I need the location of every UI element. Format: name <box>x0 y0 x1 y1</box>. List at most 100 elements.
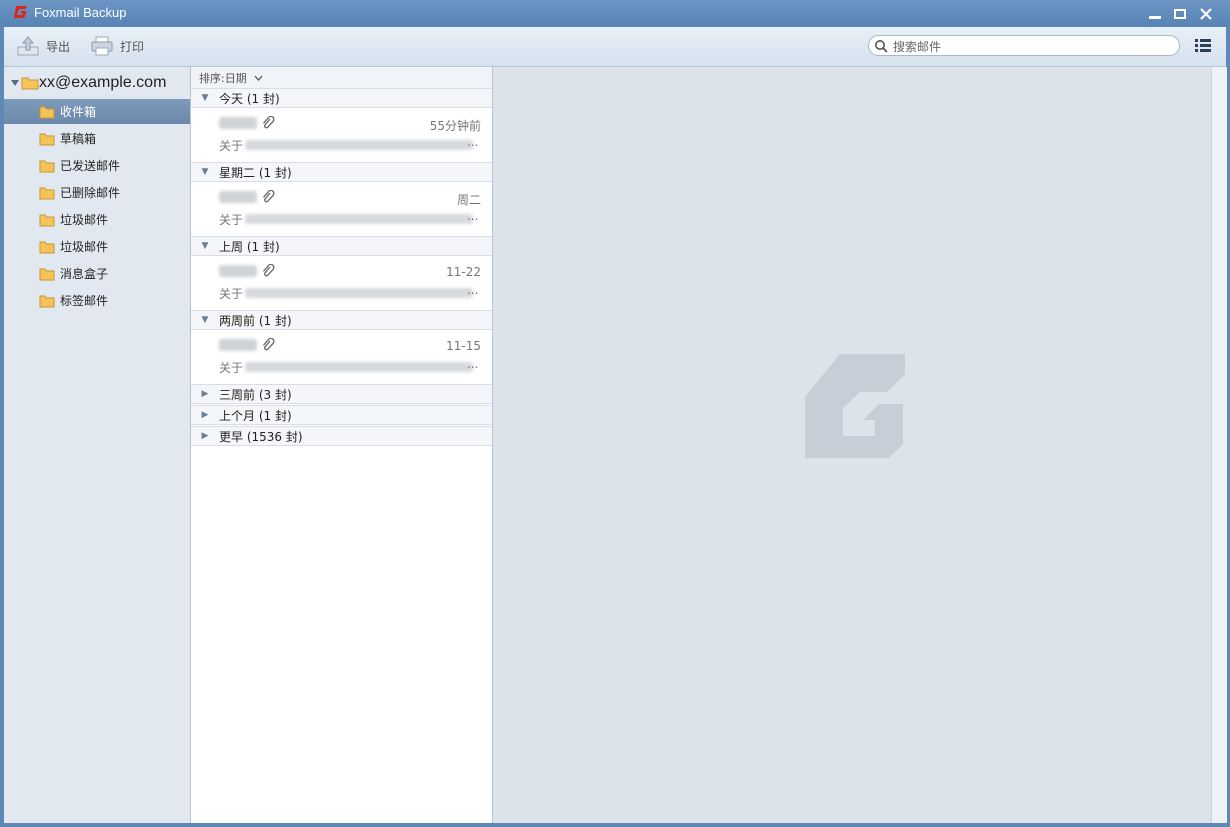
print-button[interactable]: 打印 <box>90 35 144 57</box>
maximize-icon[interactable] <box>1170 5 1190 23</box>
collapsed-triangle-icon: ▶ <box>201 431 209 441</box>
folder-message-box[interactable]: 消息盒子 <box>4 261 190 286</box>
folder-sent[interactable]: 已发送邮件 <box>4 153 190 178</box>
group-header[interactable]: ▼ 上周 (1 封) <box>191 236 492 256</box>
sender-name-blurred <box>219 265 257 277</box>
message-date: 55分钟前 <box>429 119 481 133</box>
attachment-icon <box>263 116 275 129</box>
sender-name-blurred <box>219 191 257 203</box>
search-box[interactable] <box>868 35 1180 56</box>
sort-label: 排序:日期 <box>199 72 247 85</box>
print-label: 打印 <box>120 39 145 54</box>
subject-prefix: 关于 <box>219 139 244 153</box>
print-icon <box>91 36 113 56</box>
export-label: 导出 <box>46 39 71 54</box>
collapsed-triangle-icon: ▶ <box>201 389 209 399</box>
toolbar: 导出 打印 <box>4 27 1226 67</box>
expanded-triangle-icon: ▼ <box>201 167 209 177</box>
group-label: 上周 (1 封) <box>219 239 280 254</box>
group-header[interactable]: ▶ 三周前 (3 封) <box>191 384 492 404</box>
group-label: 上个月 (1 封) <box>219 408 292 423</box>
folder-icon <box>21 77 39 90</box>
collapsed-triangle-icon: ▶ <box>201 410 209 420</box>
folder-label: 垃圾邮件 <box>60 213 109 227</box>
folder-icon <box>39 214 55 226</box>
folder-label: 草稿箱 <box>60 132 97 146</box>
list-item[interactable]: 周二 关于 ... <box>191 183 492 236</box>
sort-dropdown[interactable]: 排序:日期 <box>199 70 263 86</box>
subject-blurred <box>245 214 473 224</box>
account-label: xx@example.com <box>39 74 167 91</box>
attachment-icon <box>263 190 275 203</box>
folder-icon <box>39 187 55 199</box>
title-bar[interactable]: Foxmail Backup <box>0 0 1230 27</box>
folder-label: 垃圾邮件 <box>60 240 109 254</box>
folder-junk[interactable]: 垃圾邮件 <box>4 207 190 232</box>
attachment-icon <box>263 264 275 277</box>
export-button[interactable]: 导出 <box>16 35 70 57</box>
group-label: 三周前 (3 封) <box>219 387 292 402</box>
folder-icon <box>39 295 55 307</box>
folder-label: 消息盒子 <box>60 267 109 281</box>
search-icon[interactable] <box>874 39 888 53</box>
subject-prefix: 关于 <box>219 213 244 227</box>
folder-tagged[interactable]: 标签邮件 <box>4 288 190 313</box>
message-date: 11-22 <box>446 265 481 279</box>
message-date: 周二 <box>456 193 481 207</box>
folder-label: 已删除邮件 <box>60 186 121 200</box>
group-header[interactable]: ▼ 两周前 (1 封) <box>191 310 492 330</box>
folder-deleted[interactable]: 已删除邮件 <box>4 180 190 205</box>
expanded-triangle-icon: ▼ <box>201 315 209 325</box>
subject-prefix: 关于 <box>219 361 244 375</box>
list-item[interactable]: 55分钟前 关于 ... <box>191 109 492 162</box>
message-date: 11-15 <box>446 339 481 353</box>
folder-icon <box>39 133 55 145</box>
subject-prefix: 关于 <box>219 287 244 301</box>
expanded-triangle-icon: ▼ <box>201 93 209 103</box>
minimize-icon[interactable] <box>1145 5 1165 23</box>
folder-label: 收件箱 <box>60 105 97 119</box>
folder-drafts[interactable]: 草稿箱 <box>4 126 190 151</box>
group-header[interactable]: ▼ 今天 (1 封) <box>191 88 492 108</box>
subject-blurred <box>245 362 473 372</box>
group-header[interactable]: ▶ 更早 (1536 封) <box>191 426 492 446</box>
sender-name-blurred <box>219 117 257 129</box>
expanded-triangle-icon: ▼ <box>201 241 209 251</box>
app-window: Foxmail Backup 导出 打印 搜索邮件 xx@example.com… <box>0 0 1230 827</box>
group-header[interactable]: ▶ 上个月 (1 封) <box>191 405 492 425</box>
group-header[interactable]: ▼ 星期二 (1 封) <box>191 162 492 182</box>
folder-icon <box>39 106 55 118</box>
foxmail-logo-icon <box>14 6 27 18</box>
close-icon[interactable] <box>1196 5 1216 23</box>
subject-ellipsis: ... <box>467 135 479 149</box>
folder-icon <box>39 268 55 280</box>
list-item[interactable]: 11-22 关于 ... <box>191 257 492 310</box>
search-input[interactable] <box>891 38 1175 55</box>
subject-ellipsis: ... <box>467 283 479 297</box>
folder-sidebar: xx@example.com 收件箱 草稿箱 已发送邮件 已删除邮件 垃圾邮件 … <box>4 67 191 823</box>
export-icon <box>17 36 39 56</box>
folder-label: 已发送邮件 <box>60 159 121 173</box>
subject-ellipsis: ... <box>467 357 479 371</box>
group-label: 今天 (1 封) <box>219 91 280 106</box>
list-item[interactable]: 11-15 关于 ... <box>191 331 492 384</box>
vertical-scrollbar[interactable] <box>1211 67 1227 823</box>
folder-icon <box>39 241 55 253</box>
attachment-icon <box>263 338 275 351</box>
folder-inbox[interactable]: 收件箱 <box>4 99 190 124</box>
folder-icon <box>39 160 55 172</box>
expand-triangle-icon[interactable] <box>10 78 20 88</box>
group-label: 更早 (1536 封) <box>219 429 303 444</box>
foxmail-watermark-icon <box>805 354 905 458</box>
subject-blurred <box>245 140 473 150</box>
subject-blurred <box>245 288 473 298</box>
window-title: Foxmail Backup <box>34 5 127 20</box>
message-list: 排序:日期 ▼ 今天 (1 封) 55分钟前 关于 ... ▼ 星期二 (1 封… <box>191 67 493 823</box>
subject-ellipsis: ... <box>467 209 479 223</box>
chevron-down-icon <box>254 75 263 81</box>
menu-icon[interactable] <box>1194 38 1212 52</box>
sort-bar: 排序:日期 <box>191 67 492 89</box>
folder-label: 标签邮件 <box>60 294 109 308</box>
account-node[interactable]: xx@example.com <box>10 73 166 93</box>
folder-junk-2[interactable]: 垃圾邮件 <box>4 234 190 259</box>
